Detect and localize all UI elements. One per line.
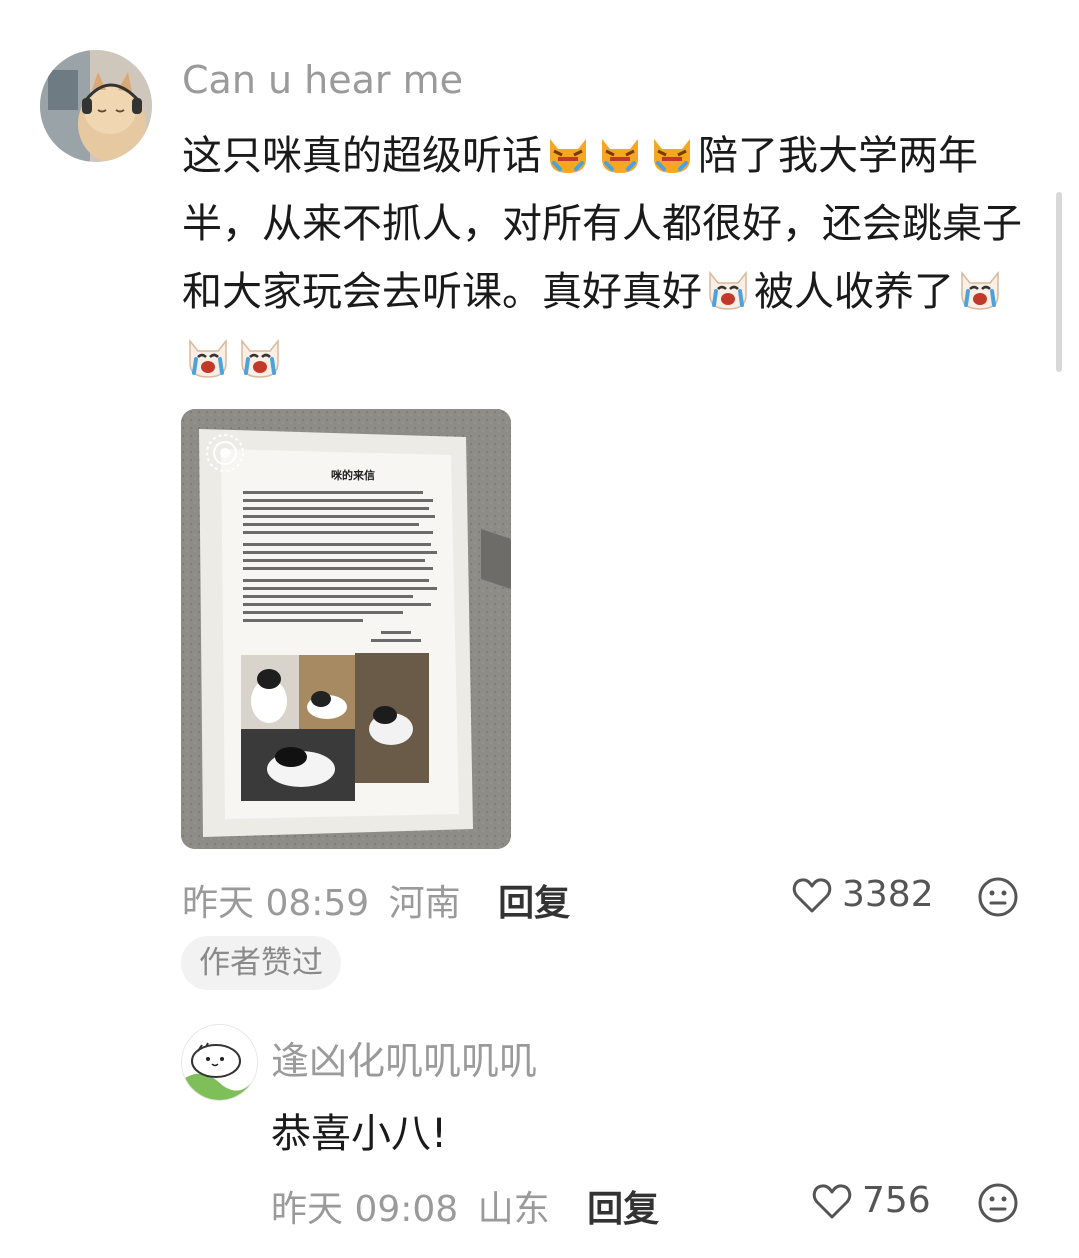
- reply-avatar[interactable]: [181, 1024, 258, 1101]
- reply-reply-button[interactable]: 回复: [587, 1189, 659, 1230]
- angry-cat-emoji: [544, 129, 592, 177]
- crying-dog-emoji: [704, 265, 752, 313]
- neutral-face-icon[interactable]: [977, 876, 1019, 918]
- reply-like-button[interactable]: 756: [812, 1180, 931, 1221]
- crying-dog-emoji: [956, 265, 1004, 313]
- comment-text-segment: 这只咪真的超级听话: [182, 133, 542, 179]
- letter-title: 咪的来信: [331, 469, 375, 482]
- crying-dog-emoji: [236, 333, 284, 381]
- like-count: 3382: [842, 874, 934, 915]
- reply-username[interactable]: 逢凶化叽叽叽叽: [271, 1030, 537, 1085]
- avatar[interactable]: [40, 50, 152, 162]
- comment-text-segment: 被人收养了: [754, 269, 954, 315]
- neutral-face-icon[interactable]: [977, 1182, 1019, 1224]
- angry-cat-emoji: [648, 129, 696, 177]
- dislike-button[interactable]: [977, 876, 1019, 922]
- author-liked-badge: 作者赞过: [181, 936, 341, 990]
- like-button[interactable]: 3382: [792, 874, 934, 915]
- comment-image[interactable]: 咪的来信: [181, 409, 511, 849]
- reply-text: 恭喜小八!: [271, 1111, 448, 1157]
- reply-like-count: 756: [862, 1180, 931, 1221]
- heart-outline-icon[interactable]: [792, 876, 832, 914]
- comment-location: 河南: [388, 883, 461, 924]
- reply-meta: 昨天 09:08 山东 回复: [271, 1180, 659, 1232]
- reply-button[interactable]: 回复: [498, 883, 570, 924]
- heart-outline-icon[interactable]: [812, 1182, 852, 1220]
- reply-location: 山东: [477, 1189, 550, 1230]
- username[interactable]: Can u hear me: [182, 58, 463, 102]
- reply-dislike-button[interactable]: [977, 1182, 1019, 1228]
- comment-meta: 昨天 08:59 河南 回复: [182, 874, 570, 926]
- crying-dog-emoji: [184, 333, 232, 381]
- reply-time: 昨天 09:08: [271, 1189, 459, 1230]
- scrollbar[interactable]: [1056, 192, 1062, 372]
- comment-text: 这只咪真的超级听话 陪了我大学两年半，从来不抓人，对所有人都很好，还会跳桌子和大家…: [182, 122, 1042, 394]
- angry-cat-emoji: [596, 129, 644, 177]
- comment-time: 昨天 08:59: [182, 883, 370, 924]
